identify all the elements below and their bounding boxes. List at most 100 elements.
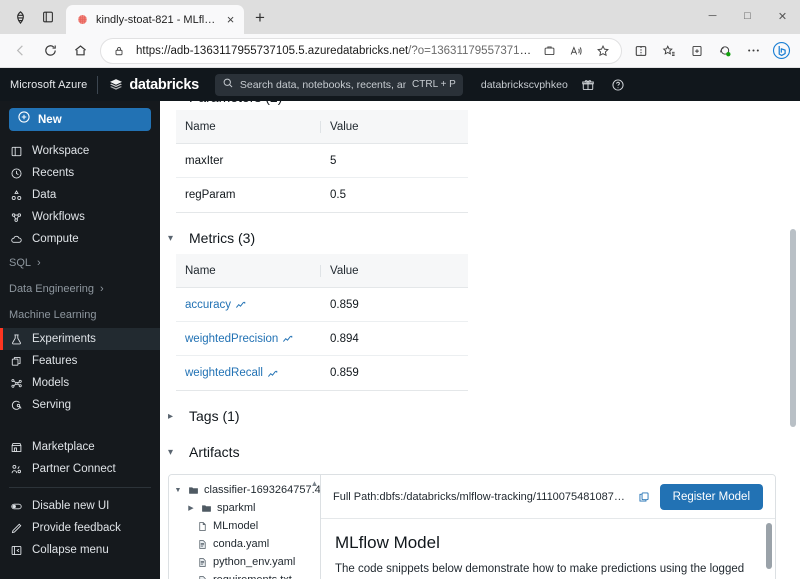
- tree-item-folder[interactable]: ▶ sparkml: [169, 499, 320, 517]
- artifact-scrollbar[interactable]: [766, 523, 772, 569]
- twisty-icon[interactable]: ▼: [173, 487, 183, 494]
- home-button[interactable]: [66, 37, 94, 65]
- browser-window: kindly-stoat-821 - MLflow Run × + ─ □ ✕: [0, 0, 800, 579]
- search-shortcut-label: CTRL + P: [412, 79, 456, 90]
- tree-item-file[interactable]: conda.yaml: [169, 535, 320, 553]
- browser-extensions-icon[interactable]: [712, 38, 738, 64]
- global-search-input[interactable]: Search data, notebooks, recents, and mor…: [214, 73, 463, 96]
- new-tab-button[interactable]: +: [247, 5, 273, 31]
- metric-chart-icon[interactable]: [267, 368, 278, 379]
- sidebar-item-features[interactable]: Features: [0, 350, 160, 372]
- sidebar-label: Data: [32, 189, 57, 201]
- main-scrollbar[interactable]: [790, 229, 796, 427]
- sidebar-item-data[interactable]: Data: [0, 184, 160, 206]
- metric-value: 0.859: [330, 298, 359, 311]
- metric-chart-icon[interactable]: [235, 299, 246, 310]
- sidebar-section-machine-learning[interactable]: Machine Learning: [0, 302, 160, 328]
- sidebar-label: Models: [32, 377, 70, 389]
- artifacts-section-header[interactable]: ▾ Artifacts: [168, 436, 776, 468]
- tags-heading: Tags (1): [189, 408, 240, 424]
- tree-item-file[interactable]: python_env.yaml: [169, 553, 320, 571]
- workspace-icon: [9, 144, 24, 159]
- site-info-lock-icon[interactable]: [109, 41, 129, 61]
- sidebar-item-experiments[interactable]: Experiments: [0, 328, 160, 350]
- mlflow-favicon: [75, 13, 89, 27]
- artifacts-heading: Artifacts: [189, 444, 240, 460]
- sidebar-label: Partner Connect: [32, 463, 116, 475]
- param-value: 0.5: [330, 189, 346, 201]
- tree-item-label: classifier-1693264757.4841: [204, 484, 321, 496]
- sidebar-item-collapse-menu[interactable]: Collapse menu: [0, 539, 160, 561]
- chevron-down-icon: ▾: [168, 446, 174, 458]
- microsoft-azure-label: Microsoft Azure: [10, 78, 88, 91]
- sidebar-item-recents[interactable]: Recents: [0, 162, 160, 184]
- sidebar-section-label: Data Engineering: [9, 283, 95, 295]
- minimize-button[interactable]: ─: [695, 0, 730, 32]
- favorites-list-icon[interactable]: [656, 38, 682, 64]
- split-screen-icon[interactable]: [628, 38, 654, 64]
- sidebar-item-models[interactable]: Models: [0, 372, 160, 394]
- maximize-button[interactable]: □: [730, 0, 765, 32]
- wallet-icon[interactable]: [539, 41, 559, 61]
- left-sidebar: New Workspace Recents Data Workflows Com…: [0, 101, 160, 579]
- metric-chart-icon[interactable]: [282, 333, 293, 344]
- reload-button[interactable]: [36, 37, 64, 65]
- collections-icon[interactable]: [684, 38, 710, 64]
- parameters-section-header[interactable]: ▾ Parameters (2): [168, 101, 776, 110]
- sidebar-section-sql[interactable]: SQL ›: [0, 250, 160, 276]
- tree-item-file[interactable]: MLmodel: [169, 517, 320, 535]
- param-name: maxIter: [185, 154, 224, 167]
- sidebar-item-serving[interactable]: Serving: [0, 394, 160, 416]
- help-icon[interactable]: [608, 75, 628, 95]
- mlflow-model-title: MLflow Model: [335, 533, 440, 552]
- tab-close-icon[interactable]: ×: [223, 13, 238, 26]
- sidebar-item-disable-new-ui[interactable]: Disable new UI: [0, 495, 160, 517]
- tab-actions-icon[interactable]: [34, 3, 62, 31]
- sidebar-item-workflows[interactable]: Workflows: [0, 206, 160, 228]
- toggle-icon: [9, 499, 24, 514]
- sidebar-item-compute[interactable]: Compute: [0, 228, 160, 250]
- sidebar-label: Collapse menu: [32, 544, 109, 556]
- account-name[interactable]: databrickscvphkeo: [481, 79, 568, 91]
- table-row: accuracy 0.859: [176, 288, 468, 322]
- browser-essentials-icon[interactable]: [6, 3, 34, 31]
- back-button[interactable]: [6, 37, 34, 65]
- copy-icon[interactable]: [638, 491, 652, 503]
- tags-section-header[interactable]: ▸ Tags (1): [168, 400, 776, 432]
- tree-scroll-up-arrow[interactable]: ▲: [310, 479, 319, 488]
- sidebar-item-workspace[interactable]: Workspace: [0, 140, 160, 162]
- favorite-star-icon[interactable]: [593, 41, 613, 61]
- browser-tab[interactable]: kindly-stoat-821 - MLflow Run ×: [66, 5, 244, 34]
- sidebar-item-partner-connect[interactable]: Partner Connect: [0, 458, 160, 480]
- column-header-name: Name: [185, 264, 216, 277]
- metrics-section-header[interactable]: ▾ Metrics (3): [168, 222, 776, 254]
- sidebar-section-data-engineering[interactable]: Data Engineering ›: [0, 276, 160, 302]
- address-bar[interactable]: https://adb-1363117955737105.5.azuredata…: [100, 37, 622, 64]
- metric-link[interactable]: weightedPrecision: [185, 333, 278, 345]
- tree-item-root[interactable]: ▼ classifier-1693264757.4841: [169, 481, 320, 499]
- column-header-name: Name: [185, 120, 216, 133]
- copilot-bing-icon[interactable]: [768, 38, 794, 64]
- databricks-logo[interactable]: databricks: [108, 77, 199, 93]
- metric-link[interactable]: accuracy: [185, 299, 231, 311]
- new-button[interactable]: New: [9, 108, 151, 131]
- artifact-tree[interactable]: ▼ classifier-1693264757.4841 ▶ sparkml: [169, 475, 321, 579]
- features-icon: [9, 354, 24, 369]
- tree-item-file[interactable]: requirements.txt: [169, 571, 320, 579]
- twisty-icon[interactable]: ▶: [186, 504, 196, 512]
- column-header-value: Value: [320, 264, 468, 277]
- read-aloud-icon[interactable]: [566, 41, 586, 61]
- metric-link[interactable]: weightedRecall: [185, 367, 263, 379]
- sidebar-section-label: SQL: [9, 257, 32, 269]
- close-window-button[interactable]: ✕: [765, 0, 800, 32]
- clock-icon: [9, 166, 24, 181]
- gift-icon[interactable]: [578, 75, 598, 95]
- sidebar-item-provide-feedback[interactable]: Provide feedback: [0, 517, 160, 539]
- url-text: https://adb-1363117955737105.5.azuredata…: [136, 44, 532, 57]
- register-model-button[interactable]: Register Model: [659, 483, 763, 510]
- sidebar-item-marketplace[interactable]: Marketplace: [0, 436, 160, 458]
- tab-title: kindly-stoat-821 - MLflow Run: [96, 13, 216, 26]
- chevron-right-icon: ›: [100, 283, 104, 295]
- metric-name-cell: weightedRecall: [176, 367, 320, 379]
- settings-more-icon[interactable]: [740, 38, 766, 64]
